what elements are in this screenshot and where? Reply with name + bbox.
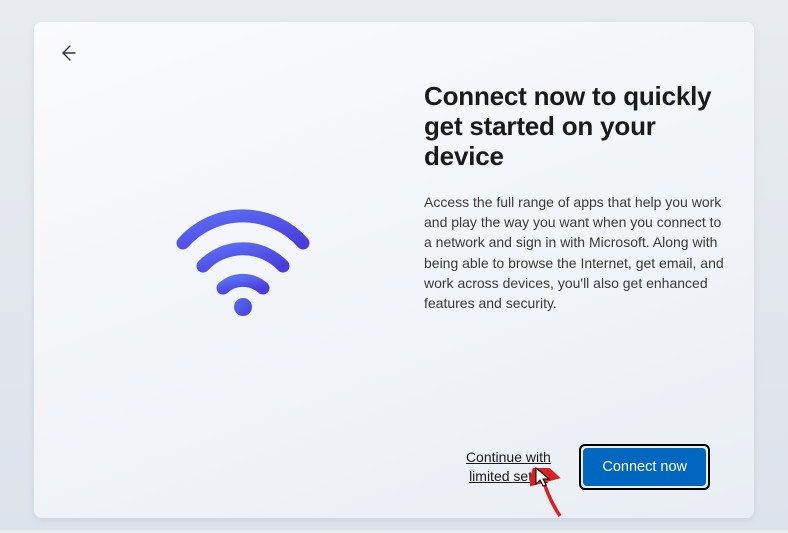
back-button[interactable] (52, 38, 84, 70)
illustration-pane (62, 72, 424, 518)
header-row (34, 22, 754, 72)
page-title: Connect now to quickly get started on yo… (424, 82, 726, 172)
oobe-dialog: Connect now to quickly get started on yo… (34, 22, 754, 518)
wifi-icon (173, 208, 313, 323)
connect-now-button[interactable]: Connect now (583, 448, 706, 486)
arrow-left-icon (58, 43, 78, 66)
page-description: Access the full range of apps that help … (424, 192, 726, 314)
continue-limited-setup-link[interactable]: Continue with limited setup (453, 448, 563, 486)
primary-button-focus-ring: Connect now (579, 444, 710, 490)
footer-actions: Continue with limited setup Connect now (453, 444, 710, 490)
